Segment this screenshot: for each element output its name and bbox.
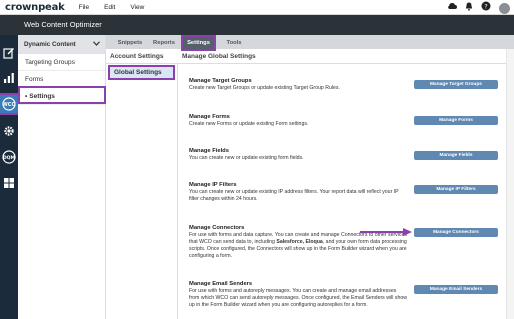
dqm-icon[interactable]: DQM — [2, 150, 16, 164]
account-settings-panel: Global Settings — [106, 64, 178, 319]
global-settings-item[interactable]: Global Settings — [108, 65, 175, 80]
tab-tools[interactable]: Tools — [218, 37, 250, 49]
tab-bar: Snippets Reports Settings Tools — [106, 35, 514, 51]
menu-view[interactable]: View — [130, 4, 144, 11]
chevron-down-icon[interactable] — [93, 41, 100, 48]
manage-global-settings-header: Manage Global Settings — [178, 49, 506, 64]
nav-item-targeting-groups[interactable]: Targeting Groups — [18, 54, 105, 71]
settings-highlight — [18, 86, 106, 104]
scrollbar[interactable] — [506, 49, 514, 319]
app-title: Web Content Optimizer — [24, 20, 102, 29]
manage-connectors-button[interactable]: Manage Connectors — [414, 228, 498, 237]
annotation-arrow-icon — [360, 228, 412, 236]
row-description: You can create new or update existing fo… — [189, 155, 304, 161]
desc-bold: Salesforce, Eloqua — [276, 239, 323, 245]
chart-icon[interactable] — [2, 71, 16, 85]
svg-text:WCO: WCO — [2, 102, 15, 108]
manage-fields-button[interactable]: Manage Fields — [414, 151, 498, 160]
menu-bar: File Edit View — [79, 4, 160, 11]
row-description: You can create new or update existing IP… — [189, 189, 399, 202]
apps-icon[interactable] — [2, 176, 16, 190]
manage-forms-button[interactable]: Manage Forms — [414, 116, 498, 125]
help-icon[interactable]: ? — [481, 1, 491, 15]
manage-ip-filters-button[interactable]: Manage IP Filters — [414, 185, 498, 194]
svg-text:?: ? — [484, 2, 487, 10]
tab-reports[interactable]: Reports — [148, 37, 180, 49]
manage-email-senders-button[interactable]: Manage Email Senders — [414, 285, 498, 294]
title-bar: Web Content Optimizer — [0, 15, 514, 35]
cloud-icon[interactable] — [447, 2, 457, 14]
wco-icon[interactable]: WCO — [0, 93, 20, 115]
top-menu-bar: crownpeak File Edit View ? — [0, 0, 514, 15]
manage-target-groups-button[interactable]: Manage Target Groups — [414, 80, 498, 89]
top-icons: ? — [447, 1, 510, 15]
account-settings-header: Account Settings — [106, 49, 178, 64]
tab-snippets[interactable]: Snippets — [114, 37, 146, 49]
menu-file[interactable]: File — [79, 4, 89, 11]
avatar[interactable] — [499, 2, 510, 14]
edit-icon[interactable] — [2, 46, 16, 60]
row-description: Create new Forms or update existing Form… — [189, 121, 309, 127]
gear-icon[interactable] — [2, 124, 16, 138]
row-description: For use with forms and data capture. You… — [189, 232, 407, 260]
nav-header-label: Dynamic Content — [24, 41, 76, 48]
crownpeak-logo: crownpeak — [5, 1, 65, 13]
icon-rail: WCO DQM — [0, 35, 20, 319]
row-description: Create new Target Groups or update exist… — [189, 85, 340, 91]
bell-icon[interactable] — [465, 2, 473, 15]
tab-settings[interactable]: Settings — [181, 35, 216, 51]
row-description: For use with forms and autoreply message… — [189, 288, 407, 308]
svg-text:DQM: DQM — [3, 155, 16, 161]
menu-edit[interactable]: Edit — [104, 4, 115, 11]
left-nav: Dynamic Content Targeting Groups Forms •… — [18, 35, 106, 319]
nav-header[interactable]: Dynamic Content — [18, 35, 105, 54]
